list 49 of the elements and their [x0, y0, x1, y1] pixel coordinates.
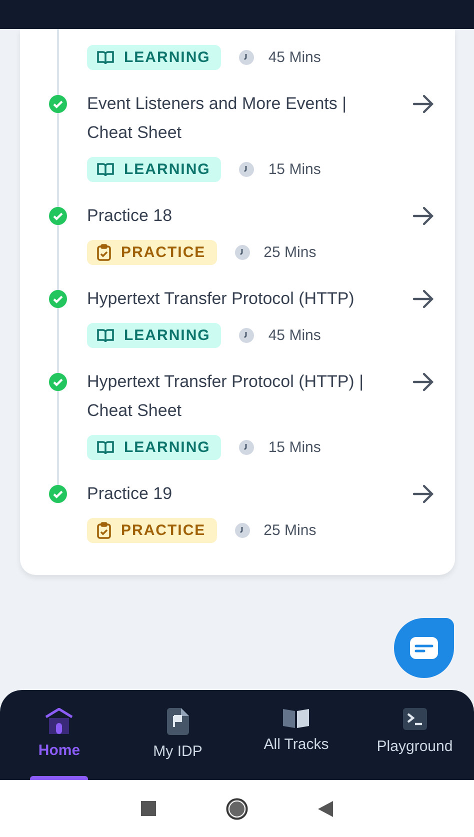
arrow-right-icon[interactable] — [411, 287, 435, 311]
clipboard-check-icon — [97, 522, 111, 539]
active-tab-indicator — [30, 776, 88, 780]
circle-icon — [226, 798, 248, 820]
book-icon — [97, 328, 114, 343]
nav-tab[interactable]: My IDP — [118, 690, 237, 780]
clock-icon — [239, 328, 254, 343]
book-icon — [97, 162, 114, 177]
clock-icon — [234, 523, 250, 538]
arrow-right-icon[interactable] — [411, 204, 435, 228]
book-icon — [97, 440, 114, 455]
terminal-icon — [402, 708, 427, 730]
clipboard-check-icon — [97, 244, 111, 261]
duration-text: 25 Mins — [264, 522, 316, 539]
clock-icon — [239, 440, 254, 455]
nav-tab[interactable]: Playground — [356, 690, 474, 780]
book-icon — [97, 50, 114, 65]
lesson-title[interactable]: Hypertext Transfer Protocol (HTTP) | Cheat Sheet — [87, 367, 387, 425]
arrow-right-icon[interactable] — [411, 370, 435, 394]
back-triangle-icon — [318, 800, 333, 816]
duration-text: 15 Mins — [268, 161, 321, 178]
open-book-icon — [283, 708, 310, 728]
lesson-type-tag: PRACTICE — [87, 240, 217, 265]
back-button[interactable] — [318, 800, 333, 816]
duration-text: 15 Mins — [268, 439, 321, 456]
lesson-type-tag: PRACTICE — [87, 518, 217, 543]
lesson-type-tag: LEARNING — [87, 157, 222, 182]
clock-icon — [234, 245, 250, 260]
duration-text: 45 Mins — [268, 327, 321, 344]
arrow-right-icon[interactable] — [411, 482, 435, 506]
lesson-type-tag: LEARNING — [87, 435, 222, 460]
lesson-title[interactable]: Practice 19 — [87, 479, 172, 508]
lesson-type-tag: LEARNING — [87, 45, 222, 70]
home-icon — [45, 708, 74, 734]
chat-bubble-icon — [410, 637, 438, 659]
square-icon — [141, 801, 156, 816]
arrow-right-icon[interactable] — [411, 92, 435, 116]
duration-text: 45 Mins — [268, 49, 321, 66]
duration-text: 25 Mins — [264, 244, 316, 261]
clock-icon — [239, 162, 254, 177]
nav-tab[interactable]: Home — [0, 690, 118, 780]
lesson-type-tag: LEARNING — [87, 323, 222, 348]
lesson-title[interactable]: Event Listeners and More Events | Cheat Sheet — [87, 89, 387, 147]
flag-document-icon — [166, 708, 189, 735]
lesson-title[interactable]: Hypertext Transfer Protocol (HTTP) — [87, 284, 354, 313]
clock-icon — [239, 50, 254, 65]
nav-tab[interactable]: All Tracks — [237, 690, 356, 780]
lesson-title[interactable]: Practice 18 — [87, 201, 172, 230]
home-button[interactable] — [226, 798, 248, 820]
